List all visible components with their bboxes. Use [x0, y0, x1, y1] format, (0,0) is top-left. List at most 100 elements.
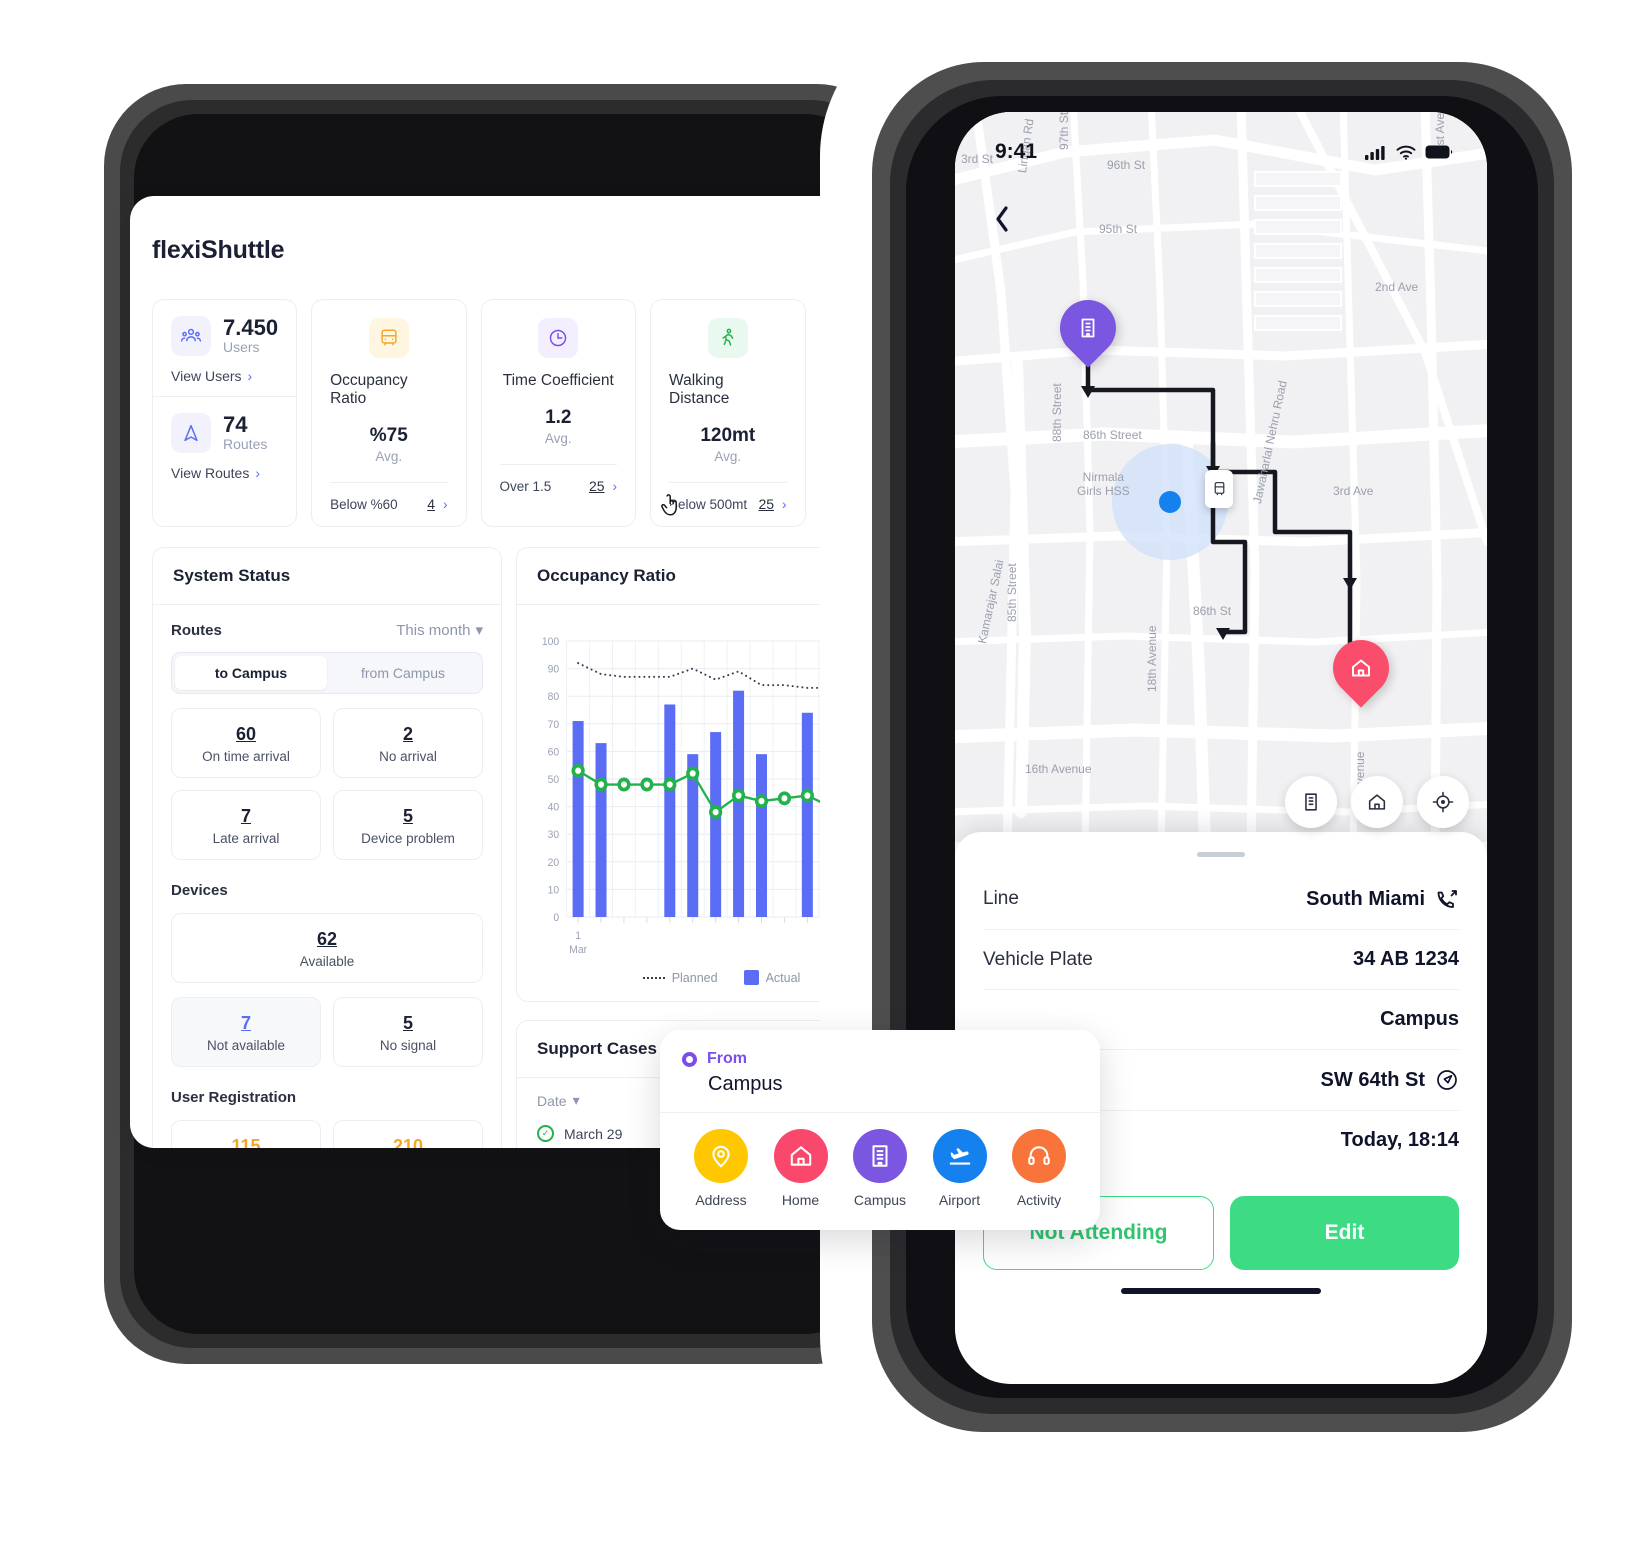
battery-icon — [1425, 145, 1453, 159]
period-select[interactable]: This month ▾ — [396, 621, 483, 640]
svg-text:10: 10 — [548, 884, 560, 896]
kpi-foot-link[interactable]: 4 › — [427, 496, 447, 512]
kpi-foot-count: 25 — [758, 496, 775, 512]
tile-value: 115 — [231, 1136, 261, 1148]
kpi-value: 120mt — [700, 425, 756, 446]
tile-label: Device problem — [361, 831, 455, 846]
kpi-routes-half: 74 Routes View Routes › — [153, 396, 297, 493]
users-count: 7.450 — [223, 315, 279, 341]
row-key: Line — [983, 888, 1019, 909]
kpi-foot-count: 4 — [427, 496, 436, 512]
back-button[interactable] — [975, 192, 1029, 246]
tile-value: 60 — [235, 724, 257, 744]
check-circle-icon: ✓ — [537, 1125, 554, 1142]
chevron-left-icon — [996, 206, 1008, 232]
building-icon — [1305, 793, 1317, 811]
kpi-footer[interactable]: Below 500mt 25 › — [669, 496, 786, 512]
tile-value: 5 — [402, 806, 413, 826]
from-location-popup: From Campus Address Home Campus Airport … — [660, 1030, 1100, 1230]
users-label: Users — [223, 339, 260, 356]
row-value: 34 AB 1234 — [1353, 948, 1459, 970]
tile-no-signal[interactable]: 5 No signal — [333, 997, 483, 1067]
tile-address-missing[interactable]: 210 Address missing — [333, 1120, 483, 1148]
kpi-footer[interactable]: Over 1.5 25 › — [500, 478, 617, 494]
tile-not-available[interactable]: 7 Not available — [171, 997, 321, 1067]
routes-section-header: Routes This month ▾ — [171, 621, 483, 640]
kpi-routes-row: 74 Routes — [171, 413, 278, 453]
chevron-down-icon: ▾ — [572, 1092, 580, 1108]
view-users-link[interactable]: View Users › — [171, 368, 278, 384]
chip-label: Home — [781, 1192, 820, 1208]
chevron-down-icon: ▾ — [475, 622, 483, 639]
chip-label: Activity — [1016, 1192, 1062, 1208]
date-label: Date — [537, 1092, 567, 1109]
clock-icon — [538, 318, 579, 358]
chip-campus[interactable]: Campus — [847, 1129, 913, 1208]
navigate-icon[interactable] — [1435, 1068, 1459, 1092]
view-users-label: View Users — [171, 368, 242, 384]
tile-route-undefined[interactable]: 115 Route undefined — [171, 1120, 321, 1148]
composition-stage: flexiShuttle 7.450 Users View Users › 74… — [0, 0, 1638, 1564]
building-icon — [853, 1129, 907, 1183]
home-icon — [1368, 794, 1386, 810]
legend-item-actual: Actual — [743, 970, 800, 985]
svg-text:80: 80 — [548, 691, 560, 703]
tile-devices-available[interactable]: 62 Available — [171, 913, 483, 983]
chip-label: Airport — [938, 1192, 981, 1208]
direction-segmented-control[interactable]: to Campus from Campus — [171, 652, 483, 694]
building-icon — [1081, 318, 1095, 338]
chip-activity[interactable]: Activity — [1006, 1129, 1072, 1208]
chip-home[interactable]: Home — [768, 1129, 834, 1208]
kpi-foot-link[interactable]: 25 › — [758, 496, 786, 512]
segment-from-campus[interactable]: from Campus — [327, 656, 479, 690]
tile-late-arrival[interactable]: 7 Late arrival — [171, 790, 321, 860]
from-label: From — [707, 1050, 747, 1067]
kpi-title: Occupancy Ratio — [330, 372, 408, 407]
plane-icon — [932, 1129, 987, 1183]
chevron-right-icon: › — [782, 496, 787, 512]
kpi-sub: Avg. — [544, 431, 572, 446]
kpi-foot-count: 25 — [588, 478, 605, 494]
legend-label: Planned — [671, 970, 718, 985]
view-routes-link[interactable]: View Routes › — [171, 465, 278, 481]
home-icon — [773, 1129, 828, 1183]
user-registration-label: User Registration — [171, 1089, 297, 1106]
device-tiles: 7 Not available 5 No signal — [171, 997, 483, 1067]
tile-value: 7 — [240, 1013, 251, 1033]
map-pin-icon — [694, 1129, 748, 1183]
tile-device-problem[interactable]: 5 Device problem — [333, 790, 483, 860]
kpi-foot-label: Over 1.5 — [499, 478, 552, 494]
chip-airport[interactable]: Airport — [927, 1129, 993, 1208]
edit-button[interactable]: Edit — [1230, 1196, 1459, 1270]
tile-label: No arrival — [379, 749, 437, 764]
kpi-foot-link[interactable]: 25 › — [589, 478, 617, 494]
divider — [330, 482, 448, 483]
kpi-value: 1.2 — [545, 407, 572, 428]
kpi-foot-label: Below %60 — [330, 496, 398, 512]
map-fab-locate[interactable] — [1417, 776, 1469, 828]
segment-to-campus[interactable]: to Campus — [175, 656, 327, 690]
chevron-right-icon: › — [255, 465, 261, 481]
routes-label: Routes — [223, 436, 268, 453]
row-value-wrap: SW 64th St — [1321, 1068, 1459, 1092]
tile-on-time-arrival[interactable]: 60 On time arrival — [171, 708, 321, 778]
sheet-grabber[interactable] — [1197, 852, 1245, 857]
period-value: This month — [396, 621, 471, 639]
map-fab-campus[interactable] — [1285, 776, 1337, 828]
tile-no-arrival[interactable]: 2 No arrival — [333, 708, 483, 778]
phone-forward-icon[interactable] — [1435, 887, 1459, 911]
tile-value: 5 — [402, 1013, 413, 1033]
kpi-footer[interactable]: Below %60 4 › — [330, 496, 447, 512]
row-value-wrap: South Miami — [1306, 887, 1459, 911]
route-tiles: 60 On time arrival 2 No arrival 7 Late a… — [171, 708, 483, 860]
kpi-title: Time Coefficient — [502, 372, 614, 389]
kpi-sub: Avg. — [375, 449, 403, 464]
map-fab-home[interactable] — [1351, 776, 1403, 828]
chip-address[interactable]: Address — [688, 1129, 754, 1208]
dotted-line-swatch — [642, 976, 665, 979]
map-view[interactable]: 3rd St 97th St 96th St 95th St Lingan Rd… — [955, 112, 1487, 857]
svg-text:30: 30 — [548, 829, 560, 841]
row-value: Campus — [1380, 1008, 1459, 1030]
from-value: Campus — [708, 1073, 783, 1095]
bus-marker[interactable] — [1205, 470, 1233, 508]
